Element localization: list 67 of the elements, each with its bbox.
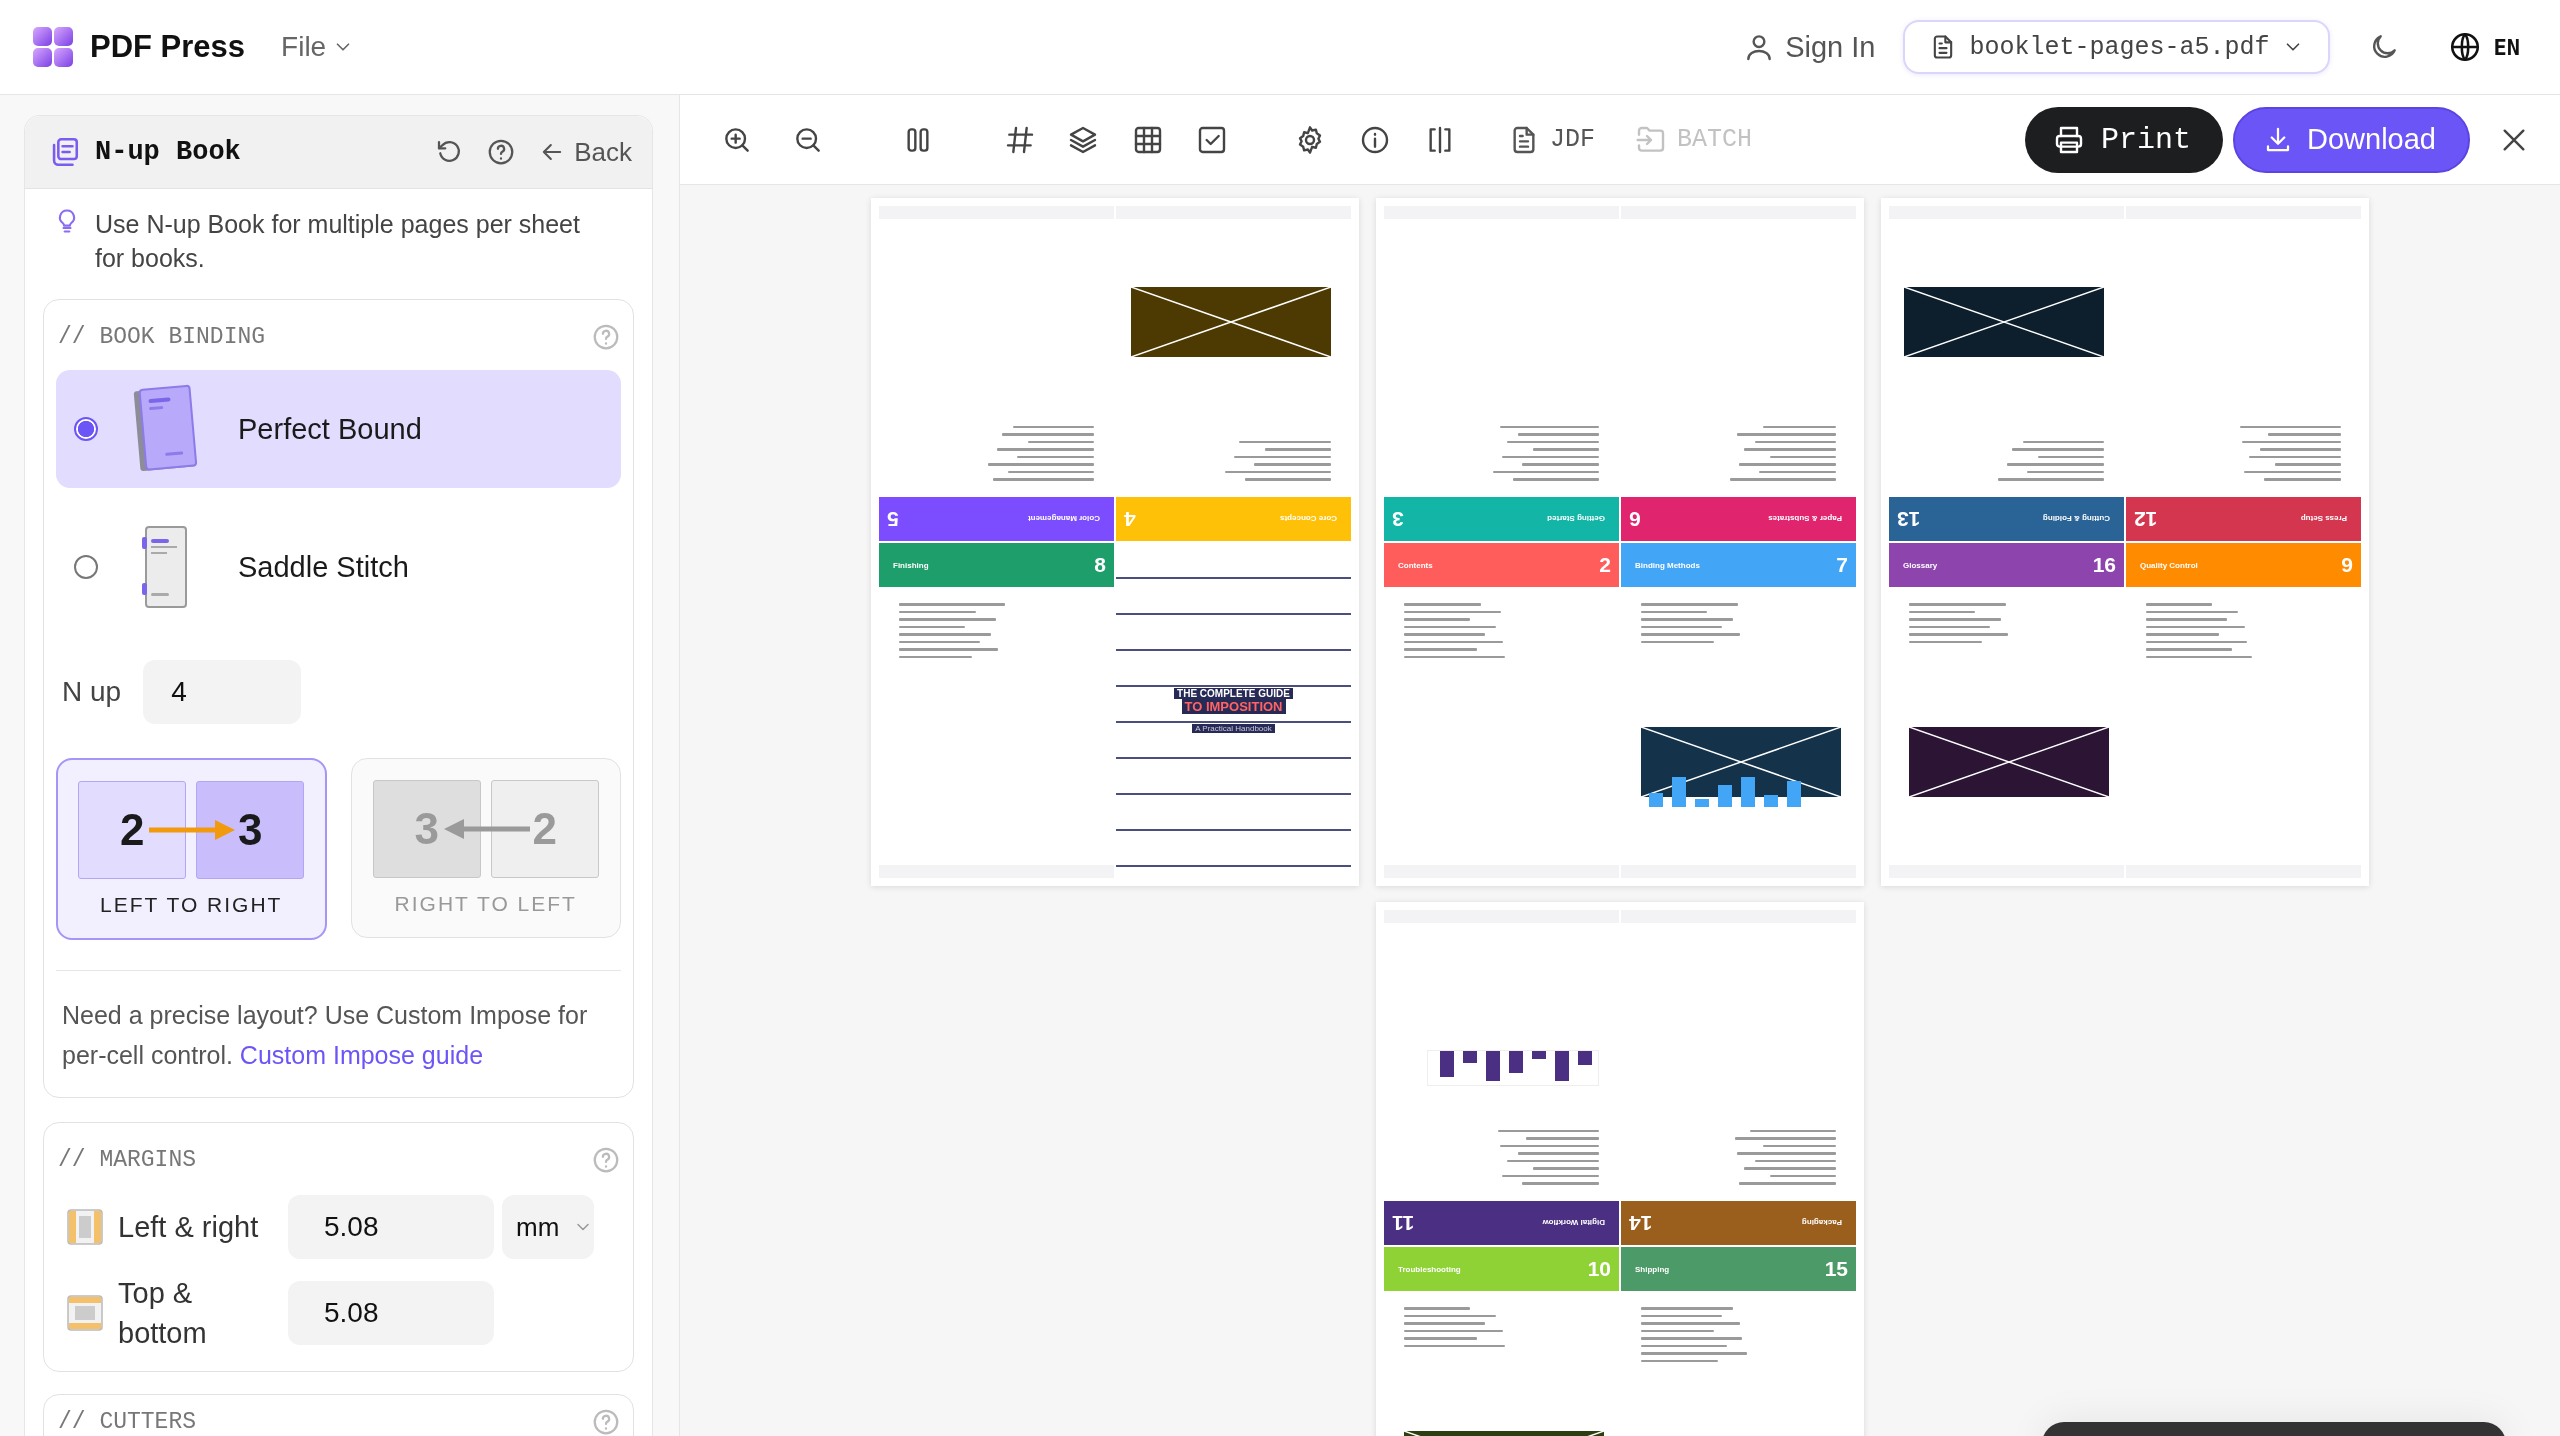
page-number: 3 <box>1392 507 1404 531</box>
page-number: 6 <box>1629 507 1641 531</box>
section-title: Paper & Substrates <box>1768 514 1842 524</box>
margin-field[interactable]: 5.08 <box>288 1281 494 1345</box>
page-number: 13 <box>1897 507 1921 531</box>
page-number: 8 <box>1094 553 1106 577</box>
note-text: Need a precise layout? Use Custom Impose for per-cell control. Custom Impose guide <box>61 1000 589 1071</box>
print-button[interactable]: Print <box>2025 106 2223 173</box>
section-title: Core Concepts <box>1280 514 1337 524</box>
language-selector[interactable]: EN <box>2441 29 2526 65</box>
page-number: 5 <box>887 507 899 531</box>
page-number: 15 <box>1824 1257 1848 1281</box>
page-tile: 2 <box>78 781 187 879</box>
n-up-label: N up <box>62 676 122 708</box>
cover-subtitle: TO IMPOSITION <box>1181 699 1286 714</box>
custom-impose-link[interactable]: Custom Impose guide <box>239 1041 484 1069</box>
direction-label: RIGHT TO LEFT <box>394 892 577 916</box>
section-heading: // BOOK BINDING <box>58 324 266 350</box>
download-button[interactable]: Download <box>2233 106 2470 173</box>
app-name: PDF Press <box>90 29 246 65</box>
section-title: Cutting & Folding <box>2042 514 2110 524</box>
section-heading: // CUTTERS <box>58 1409 197 1435</box>
page-number: 11 <box>1392 1211 1415 1235</box>
cover-title: THE COMPLETE GUIDE <box>1174 688 1293 699</box>
toolbar-button[interactable]: JDF <box>1508 123 1595 156</box>
sign-in-button[interactable]: Sign In <box>1737 29 1882 65</box>
page-number: 14 <box>1629 1211 1653 1235</box>
section-title: Glossary <box>1903 560 1938 570</box>
file-selector[interactable]: booklet-pages-a5.pdf <box>1903 20 2330 74</box>
page-number: 4 <box>1124 507 1136 531</box>
section-title: Contents <box>1398 560 1433 570</box>
section-title: Finishing <box>893 560 929 570</box>
n-up-field[interactable]: 4 <box>143 660 302 724</box>
option-label: Saddle Stitch <box>238 550 409 584</box>
margin-label: Left & right <box>118 1210 260 1245</box>
unit-select[interactable]: mm <box>502 1195 594 1259</box>
tip-text: Use N-up Book for multiple pages per sheet for books. <box>95 209 581 274</box>
page-number: 9 <box>2341 553 2353 577</box>
section-heading: // MARGINS <box>58 1147 197 1173</box>
direction-label: LEFT TO RIGHT <box>100 893 283 917</box>
section-title: Color Management <box>1028 514 1100 524</box>
section-title: Digital Workflow <box>1542 1218 1605 1228</box>
binding-option[interactable]: Saddle Stitch <box>56 508 621 626</box>
back-button[interactable]: Back <box>538 136 632 168</box>
page-number: 7 <box>1836 553 1848 577</box>
page-tile: 2 <box>490 780 599 878</box>
section-title: Press Setup <box>2300 514 2347 524</box>
section-title: Shipping <box>1635 1264 1670 1274</box>
page-tile: 3 <box>372 780 481 878</box>
panel-title: N-up Book <box>95 137 242 167</box>
direction-option[interactable]: 2 3 LEFT TO RIGHT <box>56 758 327 940</box>
page-number: 10 <box>1587 1257 1611 1281</box>
section-title: Binding Methods <box>1635 560 1700 570</box>
section-title: Quality Control <box>2140 560 2198 570</box>
page-number: 2 <box>1599 553 1611 577</box>
section-title: Troubleshooting <box>1398 1264 1461 1274</box>
margin-field[interactable]: 5.08 <box>288 1195 494 1259</box>
margin-label: Top & bottom <box>118 1276 208 1351</box>
section-title: Getting Started <box>1547 514 1605 524</box>
file-menu[interactable]: File <box>281 31 355 63</box>
page-number: 16 <box>2092 553 2116 577</box>
binding-option[interactable]: Perfect Bound <box>56 370 621 488</box>
option-label: Perfect Bound <box>238 412 422 446</box>
cover-tagline: A Practical Handbook <box>1192 724 1275 733</box>
section-title: Packaging <box>1802 1218 1842 1228</box>
page-tile: 3 <box>196 781 305 879</box>
page-number: 12 <box>2134 507 2158 531</box>
